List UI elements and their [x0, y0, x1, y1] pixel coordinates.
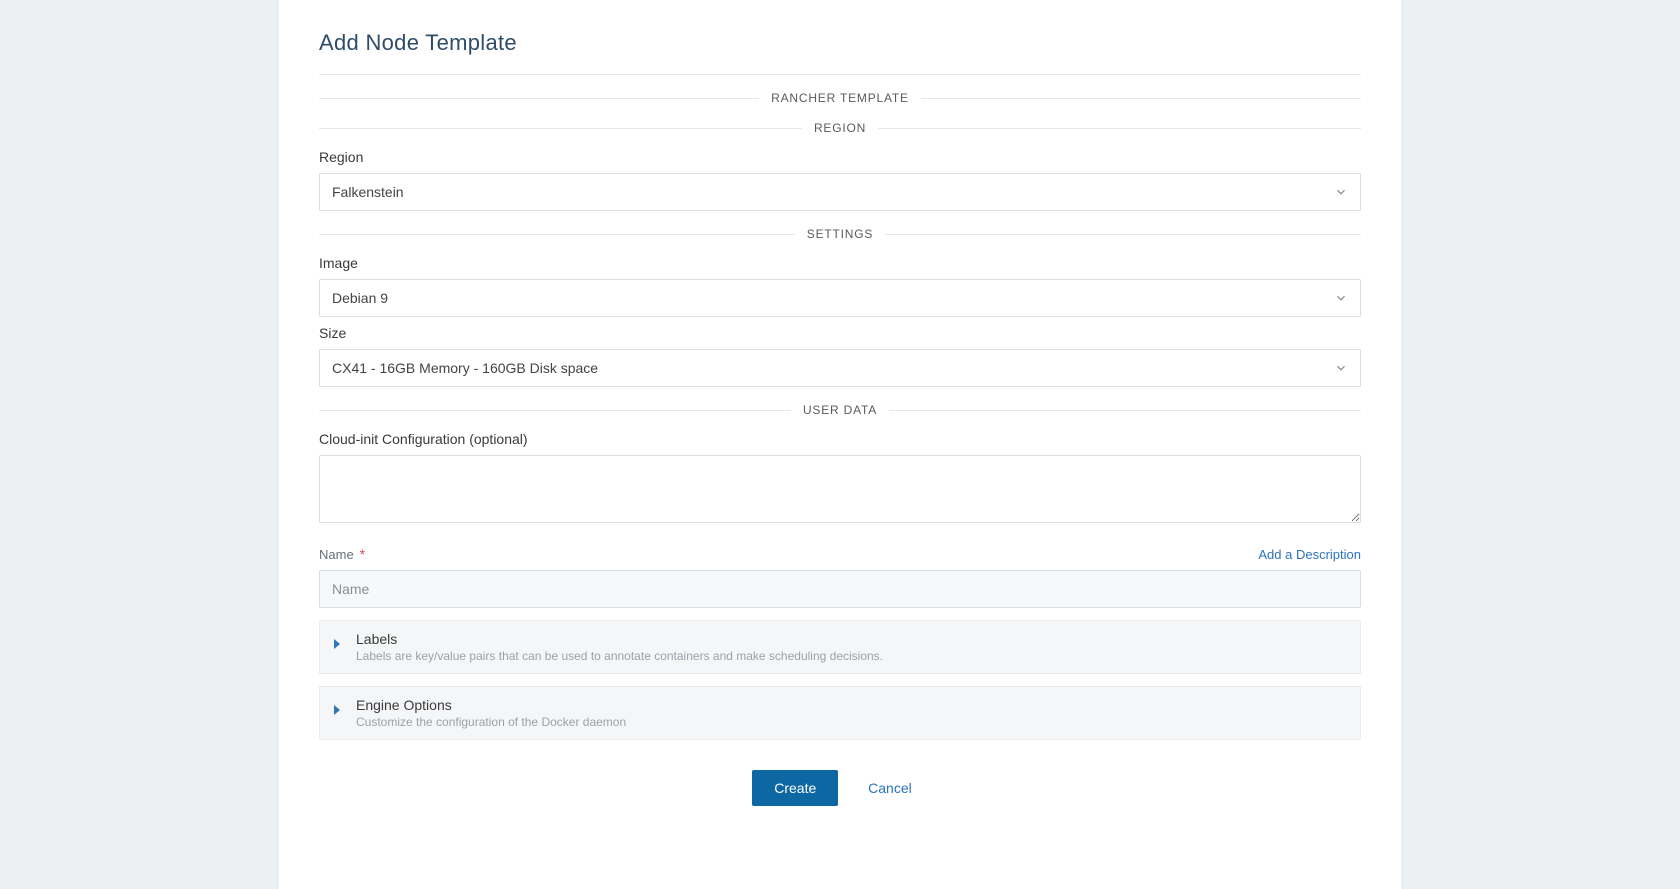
cancel-button[interactable]: Cancel	[852, 770, 928, 806]
section-label-rancher: RANCHER TEMPLATE	[759, 91, 921, 105]
size-label: Size	[319, 325, 1361, 341]
section-label-user-data: USER DATA	[791, 403, 889, 417]
add-description-link[interactable]: Add a Description	[1258, 547, 1361, 562]
engine-options-description: Customize the configuration of the Docke…	[356, 715, 1346, 729]
section-label-region: REGION	[802, 121, 878, 135]
cloud-init-label: Cloud-init Configuration (optional)	[319, 431, 1361, 447]
region-select[interactable]: Falkenstein	[319, 173, 1361, 211]
section-rancher-template: RANCHER TEMPLATE	[319, 91, 1361, 105]
create-button[interactable]: Create	[752, 770, 838, 806]
labels-description: Labels are key/value pairs that can be u…	[356, 649, 1346, 663]
region-label: Region	[319, 149, 1361, 165]
chevron-down-icon	[1334, 185, 1348, 199]
title-divider	[319, 74, 1361, 75]
caret-right-icon	[334, 705, 340, 715]
footer-actions: Create Cancel	[319, 770, 1361, 806]
region-select-value: Falkenstein	[332, 184, 404, 200]
labels-title: Labels	[356, 631, 1346, 647]
chevron-down-icon	[1334, 291, 1348, 305]
image-select-value: Debian 9	[332, 290, 388, 306]
image-select[interactable]: Debian 9	[319, 279, 1361, 317]
section-settings: SETTINGS	[319, 227, 1361, 241]
name-label: Name	[319, 547, 354, 562]
cloud-init-textarea[interactable]	[319, 455, 1361, 523]
modal-add-node-template: Add Node Template RANCHER TEMPLATE REGIO…	[279, 0, 1401, 889]
required-marker: *	[360, 546, 365, 562]
name-input[interactable]	[319, 570, 1361, 608]
name-row: Name * Add a Description	[319, 546, 1361, 562]
engine-options-expander[interactable]: Engine Options Customize the configurati…	[319, 686, 1361, 740]
size-select-value: CX41 - 16GB Memory - 160GB Disk space	[332, 360, 598, 376]
chevron-down-icon	[1334, 361, 1348, 375]
section-label-settings: SETTINGS	[795, 227, 885, 241]
section-user-data: USER DATA	[319, 403, 1361, 417]
modal-title: Add Node Template	[319, 30, 1361, 56]
section-region: REGION	[319, 121, 1361, 135]
caret-right-icon	[334, 639, 340, 649]
labels-expander[interactable]: Labels Labels are key/value pairs that c…	[319, 620, 1361, 674]
size-select[interactable]: CX41 - 16GB Memory - 160GB Disk space	[319, 349, 1361, 387]
engine-options-title: Engine Options	[356, 697, 1346, 713]
image-label: Image	[319, 255, 1361, 271]
